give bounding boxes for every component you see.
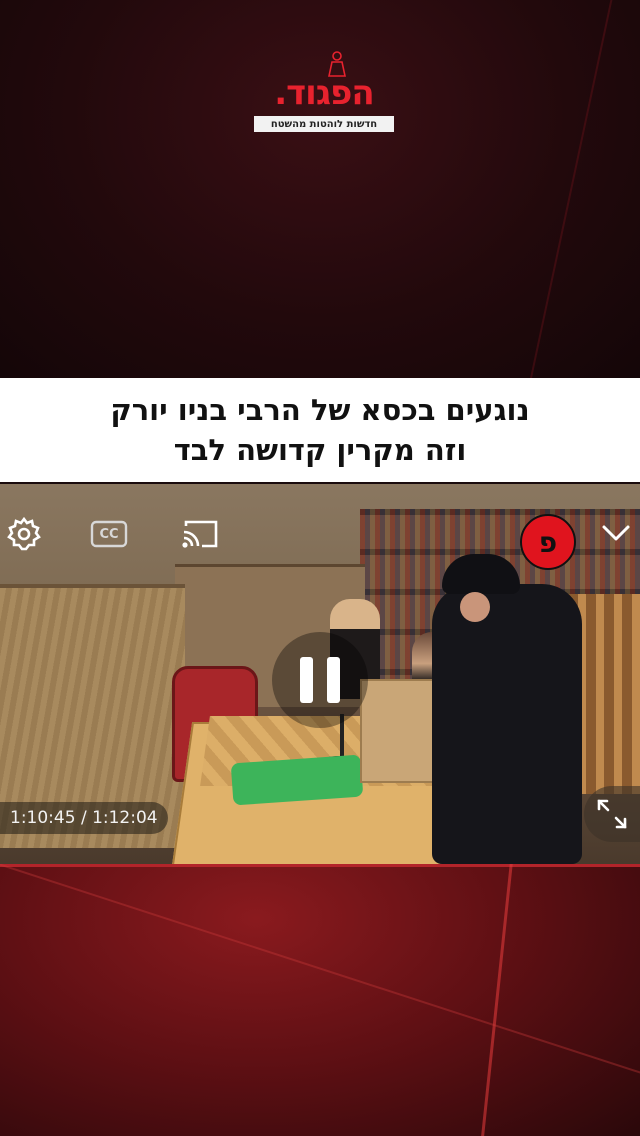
- time-display: 1:10:45 / 1:12:04: [0, 802, 168, 834]
- bottom-background: [0, 864, 640, 1136]
- background-streak: [526, 0, 616, 396]
- headline-line-1: נוגעים בכסא של הרבי בניו יורק: [110, 393, 530, 427]
- video-scene-man: [432, 584, 582, 864]
- background-streak: [478, 864, 515, 1136]
- video-scene-face: [460, 592, 490, 622]
- chevron-down-icon[interactable]: [598, 518, 634, 548]
- pause-button[interactable]: [272, 632, 368, 728]
- pause-icon-bar-right: [327, 657, 340, 703]
- headline-banner: נוגעים בכסא של הרבי בניו יורק וזה מקרין …: [0, 378, 640, 482]
- gear-icon[interactable]: [6, 516, 42, 552]
- logo-wordmark: הפגוד.: [274, 73, 375, 113]
- fullscreen-icon: [597, 799, 627, 829]
- fullscreen-button[interactable]: [584, 786, 640, 842]
- channel-badge[interactable]: פ: [520, 514, 576, 570]
- cast-icon[interactable]: [180, 518, 220, 550]
- background-divider: [0, 864, 640, 867]
- captions-button[interactable]: CC: [90, 520, 128, 548]
- pause-icon-bar-left: [300, 657, 313, 703]
- logo-tagline: חדשות לוהטות מהשטח: [254, 116, 394, 132]
- video-scene-paper-bag: [360, 679, 436, 783]
- video-player[interactable]: CC פ 1:10:45 / 1:12:04: [0, 484, 640, 864]
- brand-logo: הפגוד. חדשות לוהטות מהשטח: [250, 50, 400, 134]
- headline-line-2: וזה מקרין קדושה לבד: [173, 433, 467, 467]
- cc-label: CC: [99, 526, 119, 542]
- background-streak: [0, 864, 640, 1094]
